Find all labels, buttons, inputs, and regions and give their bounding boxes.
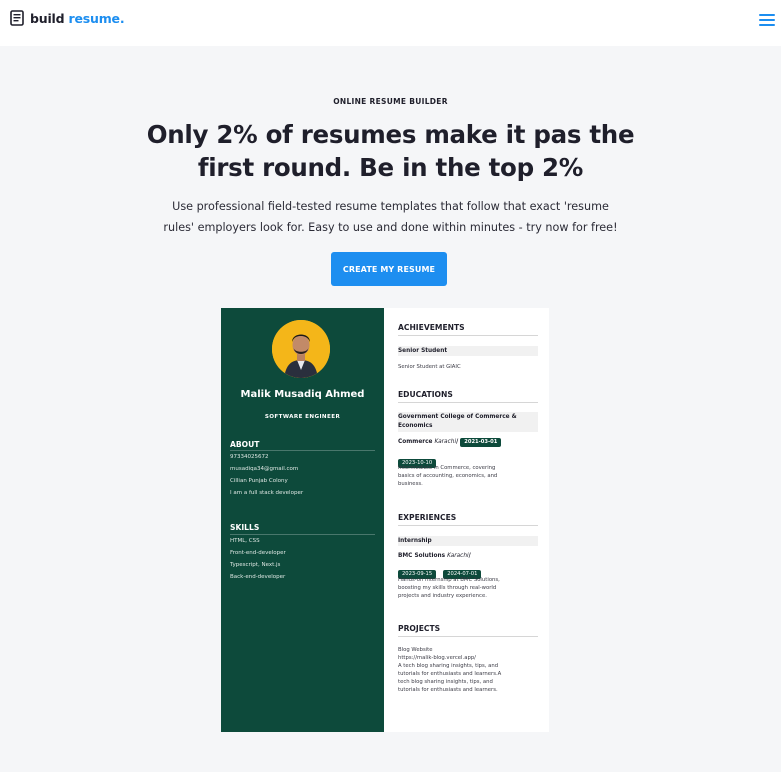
document-icon bbox=[10, 10, 24, 26]
education-degree: Commerce bbox=[398, 439, 433, 445]
about-email: musadiqa34@gmail.com bbox=[230, 466, 299, 472]
divider bbox=[398, 636, 538, 637]
about-phone: 97334025672 bbox=[230, 454, 269, 460]
skill-item: Typescript, Next.js bbox=[230, 562, 281, 568]
hero-title-line: Only 2% of resumes make it pas the bbox=[146, 120, 635, 149]
skills-heading: SKILLS bbox=[230, 523, 260, 532]
about-heading: ABOUT bbox=[230, 440, 260, 449]
create-resume-button[interactable]: CREATE MY RESUME bbox=[331, 252, 447, 286]
skill-item: Front-end-developer bbox=[230, 550, 286, 556]
experience-company: BMC Solutions bbox=[398, 553, 446, 559]
navbar: build resume. bbox=[0, 0, 781, 46]
resume-role: SOFTWARE ENGINEER bbox=[264, 414, 341, 420]
skill-item: Back-end-developer bbox=[230, 574, 286, 580]
education-school: Government College of Commerce & Economi… bbox=[398, 414, 517, 429]
achievement-title: Senior Student bbox=[398, 348, 448, 354]
hero-subtitle-line: rules' employers look for. Easy to use a… bbox=[163, 221, 618, 234]
hero-subtitle-line: Use professional field-tested resume tem… bbox=[172, 200, 609, 213]
divider bbox=[398, 335, 538, 336]
project-details: Blog Website https://malik-blog.vercel.a… bbox=[398, 646, 538, 694]
education-city: Karachi bbox=[434, 439, 457, 445]
hamburger-menu-icon[interactable] bbox=[759, 13, 775, 27]
brand-accent: resume. bbox=[68, 10, 125, 26]
resume-sidebar: Malik Musadiq Ahmed SOFTWARE ENGINEER AB… bbox=[221, 308, 384, 732]
hero-title-line: first round. Be in the top 2% bbox=[197, 153, 584, 182]
projects-heading: PROJECTS bbox=[398, 624, 441, 633]
brand-name: build resume. bbox=[30, 10, 125, 26]
brand-logo[interactable]: build resume. bbox=[10, 10, 125, 26]
divider bbox=[398, 525, 538, 526]
education-start-badge: 2021-03-01 bbox=[460, 438, 502, 447]
about-location: Cillian Punjab Colony bbox=[230, 478, 288, 484]
experiences-heading: EXPERIENCES bbox=[398, 513, 457, 522]
hero-subtitle: Use professional field-tested resume tem… bbox=[130, 196, 651, 238]
educations-heading: EDUCATIONS bbox=[398, 390, 453, 399]
resume-main: ACHIEVEMENTS Senior Student Senior Stude… bbox=[398, 308, 538, 732]
achievement-text: Senior Student at GIAIC bbox=[398, 364, 461, 370]
project-link[interactable]: https://malik-blog.vercel.app/ bbox=[398, 654, 538, 662]
profile-photo bbox=[272, 320, 330, 378]
avatar bbox=[272, 320, 330, 378]
experience-city: Karachi bbox=[447, 553, 469, 559]
hero-title: Only 2% of resumes make it pas the first… bbox=[140, 118, 641, 184]
education-degree-row: Commerce Karachi/ 2021-03-01 bbox=[398, 438, 538, 447]
divider bbox=[398, 402, 538, 403]
experience-title: Internship bbox=[398, 538, 432, 544]
skill-item: HTML, CSS bbox=[230, 538, 260, 544]
education-description: Intermediate in Commerce, covering basic… bbox=[398, 465, 498, 487]
resume-preview: Malik Musadiq Ahmed SOFTWARE ENGINEER AB… bbox=[221, 308, 549, 732]
experience-description: Hands-on internship at BMC Solutions, bo… bbox=[398, 577, 500, 599]
hero-kicker: ONLINE RESUME BUILDER bbox=[333, 97, 448, 106]
project-name: Blog Website bbox=[398, 647, 433, 653]
resume-name: Malik Musadiq Ahmed bbox=[240, 389, 365, 400]
about-bio: I am a full stack developer bbox=[230, 490, 304, 496]
achievements-heading: ACHIEVEMENTS bbox=[398, 323, 465, 332]
